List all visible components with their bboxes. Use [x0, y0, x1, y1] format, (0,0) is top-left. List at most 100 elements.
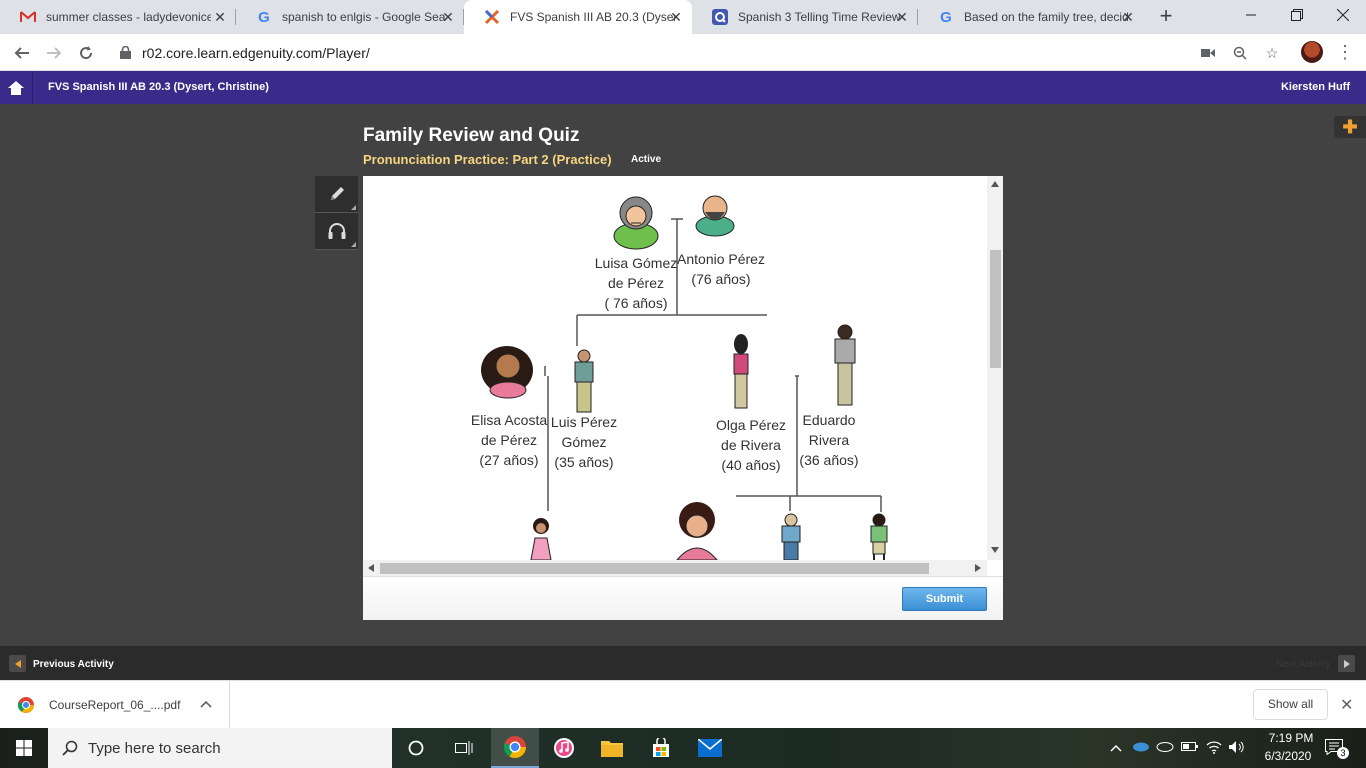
luis-figure	[574, 349, 594, 413]
show-all-downloads-button[interactable]: Show all	[1253, 689, 1328, 720]
browser-tab-edgenuity[interactable]: FVS Spanish III AB 20.3 (Dysert ✕	[464, 0, 692, 34]
download-file-name: CourseReport_06_....pdf	[49, 698, 181, 712]
browser-tab-strip: summer classes - ladydevonice ✕ G spanis…	[0, 0, 1366, 34]
microsoft-store-icon[interactable]	[637, 728, 685, 768]
close-window-button[interactable]	[1320, 0, 1366, 30]
lock-icon[interactable]	[118, 46, 132, 60]
luis-label: Luis Pérez Gómez (35 años)	[549, 412, 619, 472]
taskbar-search-box[interactable]: Type here to search	[48, 728, 392, 768]
new-tab-button[interactable]: +	[1155, 4, 1177, 28]
vertical-scrollbar[interactable]	[987, 176, 1003, 560]
horizontal-scroll-thumb[interactable]	[380, 563, 929, 574]
address-bar[interactable]: r02.core.learn.edgenuity.com/Player/ ☆	[110, 38, 1290, 67]
tool-panel	[315, 176, 358, 250]
child-figure-girl	[676, 502, 718, 560]
search-icon	[62, 740, 78, 756]
headphones-icon[interactable]	[315, 213, 358, 250]
close-tab-icon[interactable]: ✕	[668, 9, 684, 26]
olga-label: Olga Pérez de Rivera (40 años)	[713, 415, 789, 475]
mail-icon[interactable]	[686, 728, 734, 768]
elisa-figure	[481, 346, 533, 399]
home-icon[interactable]	[0, 71, 33, 104]
name-line: Eduardo	[802, 412, 856, 428]
name-line: Elisa Acosta	[470, 412, 548, 428]
cloud-sync-icon[interactable]	[1156, 740, 1174, 755]
close-shelf-icon[interactable]: ✕	[1340, 695, 1353, 715]
horizontal-scrollbar[interactable]	[363, 560, 987, 576]
name-line: de Pérez	[480, 432, 538, 448]
name-line: Rivera	[808, 432, 850, 448]
eduardo-figure	[834, 324, 856, 406]
user-name[interactable]: Kiersten Huff	[1281, 81, 1350, 93]
task-view-icon[interactable]	[440, 728, 488, 768]
tray-chevron-up-icon[interactable]	[1110, 740, 1122, 755]
quizlet-icon	[712, 9, 728, 25]
reload-icon[interactable]	[74, 41, 98, 65]
scroll-left-arrow-icon	[368, 564, 374, 572]
browser-tab-google-family-tree[interactable]: G Based on the family tree, decid ✕	[918, 0, 1144, 34]
cortana-icon[interactable]	[392, 728, 440, 768]
wifi-icon[interactable]	[1206, 740, 1222, 757]
child-figure-pink	[530, 518, 552, 560]
chrome-file-icon	[18, 697, 34, 713]
restore-button[interactable]	[1274, 0, 1320, 30]
battery-icon[interactable]	[1181, 740, 1199, 755]
volume-icon[interactable]	[1229, 740, 1245, 757]
pencil-icon[interactable]	[315, 176, 358, 213]
browser-tab-google-search[interactable]: G spanish to enlgis - Google Sea ✕	[236, 0, 464, 34]
scroll-down-arrow-icon	[991, 547, 999, 553]
chrome-taskbar-icon[interactable]	[491, 728, 539, 768]
elisa-label: Elisa Acosta de Pérez (27 años)	[470, 410, 548, 470]
itunes-icon[interactable]	[540, 728, 588, 768]
close-tab-icon[interactable]: ✕	[440, 9, 456, 26]
tab-title: spanish to enlgis - Google Sea	[282, 10, 446, 24]
windows-start-icon[interactable]	[0, 728, 48, 768]
close-tab-icon[interactable]: ✕	[212, 9, 228, 26]
activity-title: Family Review and Quiz	[363, 125, 580, 146]
browser-menu-icon[interactable]: ⋮	[1336, 41, 1354, 65]
tab-title: Based on the family tree, decid	[964, 10, 1129, 24]
age-line: ( 76 años)	[604, 295, 668, 311]
back-arrow-icon[interactable]	[10, 41, 34, 65]
age-line: (36 años)	[799, 452, 859, 468]
activity-navigation: Previous Activity Next Activity	[0, 646, 1366, 680]
onedrive-icon[interactable]	[1132, 740, 1150, 755]
activity-subtitle: Pronunciation Practice: Part 2 (Practice…	[363, 152, 612, 167]
family-tree-viewport[interactable]: Luisa Gómez de Pérez ( 76 años) Antonio …	[363, 176, 987, 560]
forward-arrow-icon[interactable]	[42, 41, 66, 65]
eduardo-label: Eduardo Rivera (36 años)	[797, 410, 861, 470]
name-line: Luis Pérez	[550, 414, 618, 430]
file-explorer-icon[interactable]	[588, 728, 636, 768]
close-tab-icon[interactable]: ✕	[1120, 9, 1136, 26]
clock-time[interactable]: 7:19 PM	[1261, 731, 1321, 745]
plus-icon[interactable]: ✚	[1334, 116, 1366, 138]
zoom-icon[interactable]	[1230, 43, 1250, 63]
previous-arrow-icon[interactable]	[9, 655, 26, 672]
download-item[interactable]: CourseReport_06_....pdf	[0, 681, 230, 729]
notification-count-badge: 3	[1337, 747, 1349, 759]
tab-title: FVS Spanish III AB 20.3 (Dysert	[510, 10, 675, 24]
child-figure-boy-green	[870, 513, 888, 560]
vertical-scroll-thumb[interactable]	[990, 250, 1001, 368]
minimize-button[interactable]	[1228, 0, 1274, 30]
name-line: de Pérez	[607, 275, 665, 291]
camera-icon[interactable]	[1198, 43, 1218, 63]
close-tab-icon[interactable]: ✕	[894, 9, 910, 26]
google-icon: G	[258, 8, 270, 26]
profile-avatar[interactable]	[1301, 41, 1323, 63]
child-figure-boy-blue	[781, 513, 801, 560]
name-line: Luisa Gómez	[594, 255, 678, 271]
clock-date[interactable]: 6/3/2020	[1258, 749, 1318, 763]
chevron-up-icon[interactable]	[200, 695, 212, 711]
browser-tab-gmail[interactable]: summer classes - ladydevonice ✕	[0, 0, 236, 34]
taskbar-search-placeholder: Type here to search	[88, 739, 221, 757]
name-line: de Rivera	[721, 437, 781, 453]
bookmark-star-icon[interactable]: ☆	[1262, 43, 1282, 63]
previous-activity-link[interactable]: Previous Activity	[33, 659, 114, 670]
name-line: Olga Pérez	[715, 417, 787, 433]
luisa-figure	[613, 196, 659, 250]
submit-button[interactable]: Submit	[902, 587, 987, 611]
olga-figure	[733, 334, 749, 409]
browser-tab-quizlet[interactable]: Spanish 3 Telling Time Review ✕	[692, 0, 918, 34]
download-shelf: CourseReport_06_....pdf Show all ✕	[0, 680, 1366, 729]
